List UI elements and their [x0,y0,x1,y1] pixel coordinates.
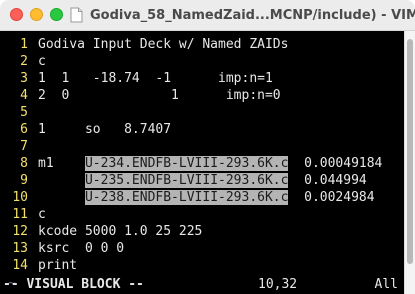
code-line[interactable]: 2c [0,53,404,70]
line-text: 2 0 1 imp:n=0 [38,88,281,103]
code-line[interactable]: 8 m1 U-234.ENDFB-LVIII-293.6K.c 0.0004918… [0,155,404,172]
line-text: print [38,258,78,273]
line-text: c [38,54,46,69]
code-line[interactable]: 5 [0,104,404,121]
line-number: 9 [20,173,28,188]
line-text-suffix: 0.00049184 [288,156,383,171]
line-text: ksrc 0 0 0 [38,241,125,256]
code-line[interactable]: 3 1 1 -18.74 -1 imp:n=1 [0,70,404,87]
line-number: 2 [20,54,28,69]
line-text: U-238.ENDFB-LVIII-293.6K.c 0.0024984 [38,189,375,206]
code-line[interactable]: 1 Godiva Input Deck w/ Named ZAIDs [0,36,404,53]
line-number: 4 [20,88,28,103]
line-text: 1 1 -18.74 -1 imp:n=1 [38,71,273,86]
mode-indicator: -- VISUAL BLOCK -- [3,277,144,292]
code-line[interactable]: 4 2 0 1 imp:n=0 [0,87,404,104]
line-text: c [38,207,46,222]
code-line[interactable]: 12 kcode 5000 1.0 25 225 [0,223,404,240]
code-line[interactable]: 14 print [0,257,404,274]
scrollbar-thumb[interactable] [407,39,413,264]
code-line[interactable]: 6 1 so 8.7407 [0,121,404,138]
line-number: 8 [20,156,28,171]
line-number: 6 [20,122,28,137]
visual-block-selection[interactable]: U-238.ENDFB-LVIII-293.6K.c [84,190,289,205]
line-text: U-235.ENDFB-LVIII-293.6K.c 0.044994 [38,172,367,189]
status-line: -- VISUAL BLOCK -- 10,32 All [0,275,404,294]
line-number: 14 [12,258,28,273]
visual-block-selection[interactable]: U-235.ENDFB-LVIII-293.6K.c [84,173,289,188]
code-line[interactable]: 7 [0,138,404,155]
line-number: 5 [20,105,28,120]
visual-block-selection[interactable]: U-234.ENDFB-LVIII-293.6K.c [84,156,289,171]
line-text: kcode 5000 1.0 25 225 [38,224,203,239]
line-number: 10 [12,190,28,205]
close-window-button[interactable] [10,8,23,21]
line-number: 1 [20,37,28,52]
code-line[interactable]: 10 U-238.ENDFB-LVIII-293.6K.c 0.0024984 [0,189,404,206]
line-text-prefix [38,173,85,188]
line-text: Godiva Input Deck w/ Named ZAIDs [38,37,289,52]
line-text: m1 U-234.ENDFB-LVIII-293.6K.c 0.00049184 [38,155,382,172]
window-title: Godiva_58_NamedZaid...MCNP/include) - VI… [90,8,415,23]
editor-buffer[interactable]: 1 Godiva Input Deck w/ Named ZAIDs 2 c 3 1 1 … [0,31,404,294]
line-text-prefix [38,190,85,205]
line-number: 13 [12,241,28,256]
title-bar[interactable]: Godiva_58_NamedZaid...MCNP/include) - VI… [0,0,415,31]
line-number: 7 [20,139,28,154]
line-text-suffix: 0.044994 [288,173,367,188]
line-number: 3 [20,71,28,86]
code-line[interactable]: 13 ksrc 0 0 0 [0,240,404,257]
scroll-position: All [374,277,398,292]
document-icon [70,7,83,23]
line-text-suffix: 0.0024984 [288,190,375,205]
cursor-position: 10,32 [258,277,298,292]
line-number: 12 [12,224,28,239]
line-text-prefix: m1 [38,156,85,171]
line-text: 1 so 8.7407 [38,122,172,137]
line-number: 11 [12,207,28,222]
minimize-window-button[interactable] [30,8,43,21]
zoom-window-button[interactable] [50,8,63,21]
code-line[interactable]: 11 c [0,206,404,223]
vim-window: Godiva_58_NamedZaid...MCNP/include) - VI… [0,0,415,294]
vertical-scrollbar[interactable] [404,31,415,294]
code-line[interactable]: 9 U-235.ENDFB-LVIII-293.6K.c 0.044994 [0,172,404,189]
